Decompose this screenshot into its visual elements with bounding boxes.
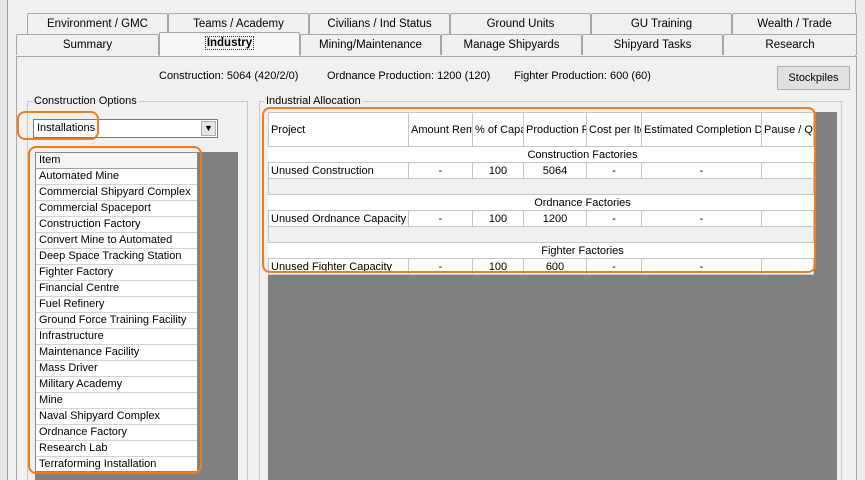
construction-type-value: Installations [37, 122, 96, 134]
list-item[interactable]: Automated Mine [36, 169, 197, 185]
tab-civilians-ind-status[interactable]: Civilians / Ind Status [309, 13, 450, 34]
cell-cost[interactable]: - [586, 258, 642, 275]
cell-pause[interactable] [761, 258, 814, 275]
list-item[interactable]: Deep Space Tracking Station [36, 249, 197, 265]
tab-environment-gmc[interactable]: Environment / GMC [27, 13, 168, 34]
tab-research[interactable]: Research [723, 34, 857, 55]
col-pause-queue[interactable]: Pause / Queue [761, 112, 814, 147]
tab-industry[interactable]: Industry [159, 32, 300, 56]
col-estimated-completion[interactable]: Estimated Completion Date [641, 112, 762, 147]
list-item[interactable]: Commercial Shipyard Complex [36, 185, 197, 201]
cell-capacity[interactable]: 100 [472, 162, 524, 179]
construction-summary: Construction: 5064 (420/2/0) [159, 70, 299, 82]
cell-amount[interactable]: - [408, 258, 473, 275]
industrial-allocation-table: Project Amount Remaining % of Capacity P… [268, 112, 814, 275]
allocation-section-title: Fighter Factories [523, 242, 642, 259]
cell-project[interactable]: Unused Fighter Capacity [268, 258, 409, 275]
allocation-section-title: Construction Factories [523, 146, 642, 163]
list-item[interactable]: Financial Centre [36, 281, 197, 297]
window-left-edge [0, 0, 8, 480]
list-item[interactable]: Research Lab [36, 441, 197, 457]
industrial-allocation-label: Industrial Allocation [264, 95, 363, 107]
allocation-section-row: Ordnance Factories [268, 194, 814, 211]
cell-pause[interactable] [761, 210, 814, 227]
tab-gu-training[interactable]: GU Training [591, 13, 732, 34]
list-item[interactable]: Ground Force Training Facility [36, 313, 197, 329]
list-item[interactable]: Infrastructure [36, 329, 197, 345]
col-cost-per-item[interactable]: Cost per Item [586, 112, 642, 147]
allocation-section-title: Ordnance Factories [523, 194, 642, 211]
col-amount-remaining[interactable]: Amount Remaining [408, 112, 473, 147]
cell-rate[interactable]: 5064 [523, 162, 587, 179]
cell-pause[interactable] [761, 162, 814, 179]
cell-capacity[interactable]: 100 [472, 258, 524, 275]
list-item[interactable]: Fighter Factory [36, 265, 197, 281]
cell-project[interactable]: Unused Ordnance Capacity [268, 210, 409, 227]
list-item[interactable]: Commercial Spaceport [36, 201, 197, 217]
cell-amount[interactable]: - [408, 210, 473, 227]
list-item[interactable]: Ordnance Factory [36, 425, 197, 441]
allocation-spacer-row [268, 226, 814, 243]
construction-options-label: Construction Options [32, 95, 139, 107]
allocation-spacer-row [268, 178, 814, 195]
allocation-section-row: Fighter Factories [268, 242, 814, 259]
list-item[interactable]: Mine [36, 393, 197, 409]
tab-manage-shipyards[interactable]: Manage Shipyards [441, 34, 582, 55]
cell-project[interactable]: Unused Construction [268, 162, 409, 179]
col-percent-capacity[interactable]: % of Capacity [472, 112, 524, 147]
list-item[interactable]: Construction Factory [36, 217, 197, 233]
cell-amount[interactable]: - [408, 162, 473, 179]
allocation-header-row: Project Amount Remaining % of Capacity P… [268, 112, 814, 147]
cell-cost[interactable]: - [586, 162, 642, 179]
list-item[interactable]: Fuel Refinery [36, 297, 197, 313]
item-list-header[interactable]: Item [36, 153, 197, 169]
list-item[interactable]: Terraforming Installation [36, 457, 197, 473]
list-item[interactable]: Naval Shipyard Complex [36, 409, 197, 425]
cell-rate[interactable]: 1200 [523, 210, 587, 227]
table-row[interactable]: Unused Construction -100 5064- - [268, 162, 814, 179]
list-item[interactable]: Convert Mine to Automated [36, 233, 197, 249]
tab-mining-maintenance[interactable]: Mining/Maintenance [300, 34, 441, 55]
tab-industry-label: Industry [204, 36, 255, 50]
cell-rate[interactable]: 600 [523, 258, 587, 275]
col-project[interactable]: Project [268, 112, 409, 147]
allocation-section-row: Construction Factories [268, 146, 814, 163]
cell-completion[interactable]: - [641, 258, 762, 275]
fighter-summary: Fighter Production: 600 (60) [514, 70, 651, 82]
tab-ground-units[interactable]: Ground Units [450, 13, 591, 34]
construction-item-list[interactable]: Item Automated Mine Commercial Shipyard C… [35, 152, 198, 473]
list-item[interactable]: Mass Driver [36, 361, 197, 377]
stockpiles-button[interactable]: Stockpiles [777, 66, 850, 90]
list-item[interactable]: Maintenance Facility [36, 345, 197, 361]
chevron-down-icon[interactable]: ▼ [201, 121, 216, 136]
cell-cost[interactable]: - [586, 210, 642, 227]
tab-summary[interactable]: Summary [16, 34, 159, 55]
table-row[interactable]: Unused Fighter Capacity -100 600- - [268, 258, 814, 275]
construction-type-select[interactable]: Installations ▼ [33, 119, 218, 138]
list-item[interactable]: Military Academy [36, 377, 197, 393]
tab-wealth-trade[interactable]: Wealth / Trade [732, 13, 857, 34]
ordnance-summary: Ordnance Production: 1200 (120) [327, 70, 491, 82]
cell-capacity[interactable]: 100 [472, 210, 524, 227]
cell-completion[interactable]: - [641, 210, 762, 227]
col-production-rate[interactable]: Production Rate [523, 112, 587, 147]
tab-teams-academy[interactable]: Teams / Academy [168, 13, 309, 34]
table-row[interactable]: Unused Ordnance Capacity -100 1200- - [268, 210, 814, 227]
cell-completion[interactable]: - [641, 162, 762, 179]
tab-shipyard-tasks[interactable]: Shipyard Tasks [582, 34, 723, 55]
